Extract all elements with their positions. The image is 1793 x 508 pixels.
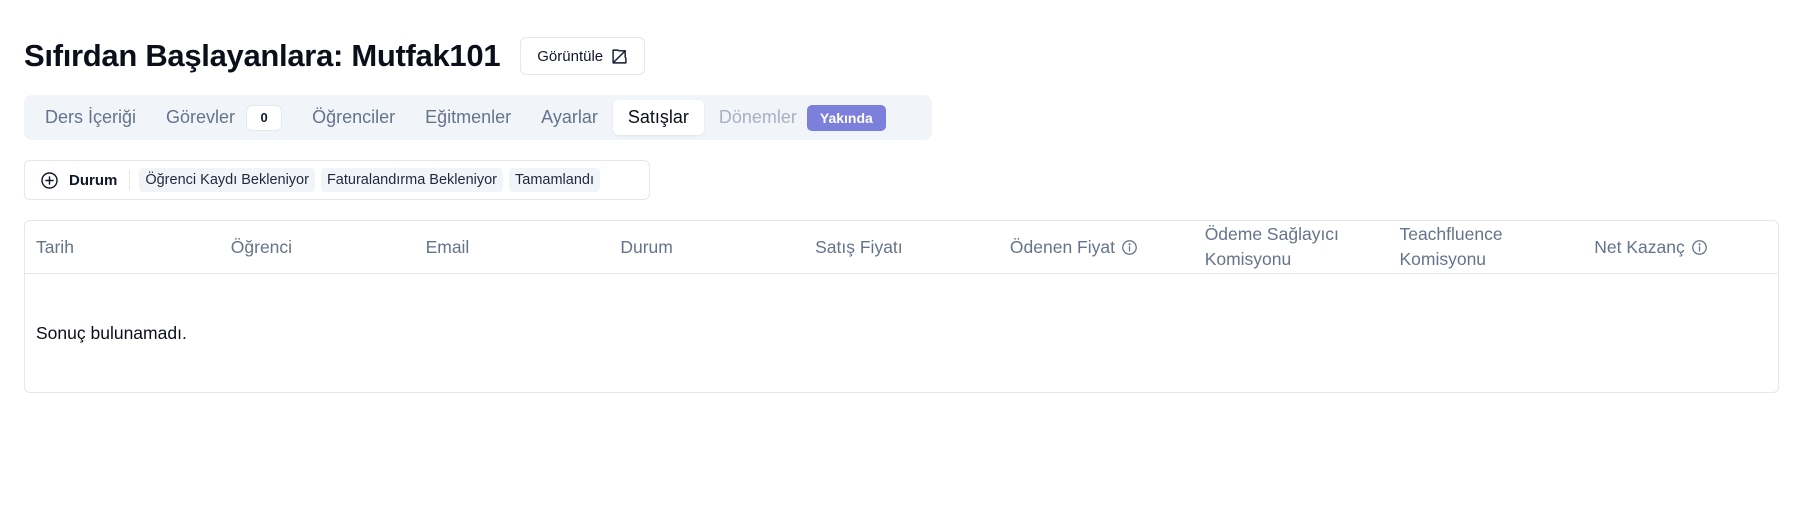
page-header: Sıfırdan Başlayanlara: Mutfak101 Görüntü… [24, 34, 646, 78]
tab-sales[interactable]: Satışlar [612, 100, 704, 135]
tab-label: Ayarlar [541, 107, 598, 127]
column-header-date: Tarih [36, 236, 74, 257]
tab-students[interactable]: Öğrenciler [297, 100, 410, 135]
tab-periods: Dönemler Yakında [704, 100, 901, 135]
column-header-student: Öğrenci [230, 236, 293, 257]
column-header-sale-price: Satış Fiyatı [815, 236, 903, 257]
coming-soon-badge: Yakında [806, 104, 886, 131]
tab-label: Ders İçeriği [45, 107, 137, 127]
column-header-email: Email [425, 236, 470, 257]
filter-divider [129, 170, 131, 190]
view-button[interactable]: Görüntüle [520, 37, 646, 75]
tab-tasks[interactable]: Görevler 0 [151, 100, 297, 135]
filter-chip-completed[interactable]: Tamamlandı [509, 168, 600, 192]
tab-label: Öğrenciler [312, 107, 396, 127]
info-icon[interactable] [1691, 239, 1708, 256]
status-filter-bar: Durum Öğrenci Kaydı Bekleniyor Faturalan… [24, 160, 650, 200]
status-filter-label: Durum [69, 171, 118, 189]
filter-chip-awaiting-invoice[interactable]: Faturalandırma Bekleniyor [320, 168, 504, 192]
external-link-icon [612, 48, 627, 64]
empty-state-message: Sonuç bulunamadı. [36, 323, 187, 343]
tab-label: Dönemler [718, 107, 797, 127]
tab-course-content[interactable]: Ders İçeriği [30, 100, 151, 135]
column-header-net-earnings: Net Kazanç [1583, 221, 1778, 273]
column-header-paid-price: Ödenen Fiyat [999, 221, 1194, 273]
sales-table: Tarih Öğrenci Email Durum Satış Fiyatı Ö… [24, 220, 1779, 393]
plus-circle-icon [41, 171, 58, 189]
column-header-teachfluence-commission: Teachfluence Komisyonu [1399, 224, 1503, 269]
tab-settings[interactable]: Ayarlar [526, 100, 613, 135]
filter-chip-awaiting-enrollment[interactable]: Öğrenci Kaydı Bekleniyor [139, 168, 315, 192]
tab-instructors[interactable]: Eğitmenler [410, 100, 526, 135]
tab-label: Satışlar [627, 107, 689, 127]
tasks-count-badge: 0 [246, 104, 283, 131]
tab-bar: Ders İçeriği Görevler 0 Öğrenciler Eğitm… [24, 95, 932, 140]
info-icon[interactable] [1121, 239, 1138, 256]
status-filter-button[interactable]: Durum [40, 171, 129, 190]
column-header-status: Durum [620, 236, 673, 257]
table-header-row: Tarih Öğrenci Email Durum Satış Fiyatı Ö… [25, 221, 1778, 274]
column-header-payment-provider-commission: Ödeme Sağlayıcı Komisyonu [1204, 224, 1339, 269]
tab-label: Görevler [166, 107, 236, 127]
tab-label: Eğitmenler [425, 107, 512, 127]
page-title: Sıfırdan Başlayanlara: Mutfak101 [24, 38, 501, 73]
view-button-label: Görüntüle [537, 47, 604, 65]
